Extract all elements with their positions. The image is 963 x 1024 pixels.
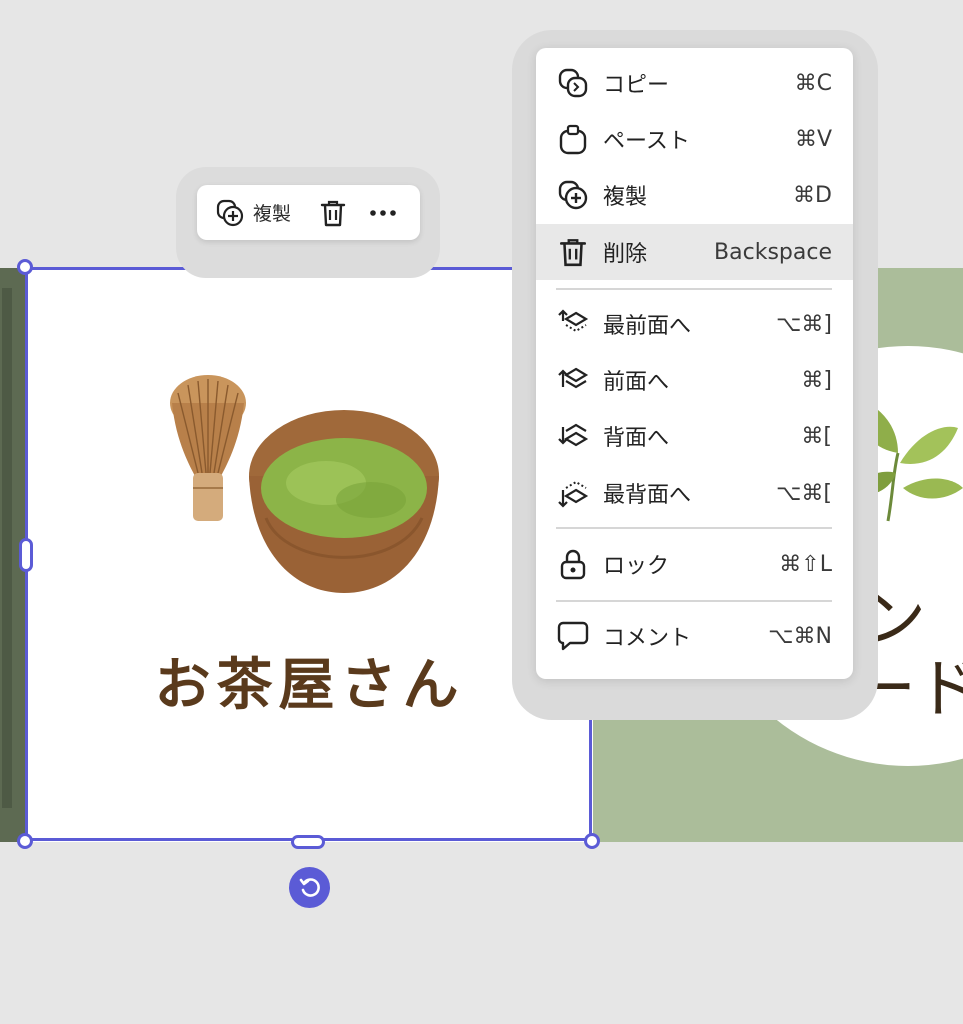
menu-item-delete[interactable]: 削除 Backspace (536, 224, 853, 280)
menu-item-comment-shortcut: ⌥⌘N (768, 623, 832, 649)
menu-item-lock-label: ロック (603, 554, 670, 579)
left-card-stripe (2, 288, 12, 808)
chasen-whisk-illustration (170, 375, 246, 521)
menu-item-bring-to-front-shortcut: ⌥⌘] (776, 311, 832, 337)
menu-item-send-to-back-label: 最背面へ (603, 483, 692, 508)
resize-handle-top-left[interactable] (17, 259, 33, 275)
bring-to-front-icon (556, 307, 590, 341)
lock-icon (556, 547, 590, 581)
menu-item-copy-label: コピー (603, 73, 670, 98)
menu-item-lock[interactable]: ロック ⌘⇧L (536, 536, 853, 592)
menu-item-comment[interactable]: コメント ⌥⌘N (536, 608, 853, 664)
menu-item-send-to-back[interactable]: 最背面へ ⌥⌘[ (536, 465, 853, 521)
card-title: お茶屋さん (154, 652, 465, 718)
duplicate-icon (556, 178, 590, 212)
menu-item-copy[interactable]: コピー ⌘C (536, 55, 853, 111)
toolbar-duplicate-label: 複製 (253, 203, 292, 225)
toolbar-delete-button[interactable] (319, 185, 347, 240)
rotate-icon (299, 877, 320, 897)
resize-handle-bottom-right[interactable] (584, 833, 600, 849)
menu-item-delete-label: 削除 (603, 242, 648, 267)
menu-separator (556, 600, 832, 602)
paste-icon (556, 122, 590, 156)
bring-forward-icon (556, 363, 590, 397)
menu-item-bring-to-front[interactable]: 最前面へ ⌥⌘] (536, 296, 853, 352)
menu-item-duplicate-shortcut: ⌘D (793, 182, 832, 208)
menu-item-bring-to-front-label: 最前面へ (603, 314, 692, 339)
resize-handle-bottom-left[interactable] (17, 833, 33, 849)
toolbar-more-button[interactable] (369, 185, 397, 240)
menu-separator (556, 288, 832, 290)
menu-item-bring-forward-label: 前面へ (603, 370, 670, 395)
menu-item-paste-shortcut: ⌘V (794, 126, 832, 152)
more-options-icon (370, 209, 396, 216)
menu-separator (556, 527, 832, 529)
menu-item-bring-forward[interactable]: 前面へ ⌘] (536, 352, 853, 408)
matcha-bowl-illustration (249, 410, 439, 593)
comment-icon (556, 619, 590, 653)
menu-item-paste[interactable]: ペースト ⌘V (536, 111, 853, 167)
rotate-handle[interactable] (289, 867, 330, 908)
floating-toolbar: 複製 (197, 185, 420, 240)
menu-item-comment-label: コメント (603, 626, 692, 651)
resize-handle-bottom[interactable] (291, 835, 325, 849)
trash-icon (556, 235, 590, 269)
menu-item-duplicate-label: 複製 (603, 185, 648, 210)
toolbar-duplicate-button[interactable]: 複製 (215, 185, 291, 240)
menu-item-duplicate[interactable]: 複製 ⌘D (536, 167, 853, 223)
menu-item-send-to-back-shortcut: ⌥⌘[ (776, 480, 832, 506)
selected-card[interactable]: お茶屋さん (26, 268, 593, 842)
resize-handle-left[interactable] (19, 538, 33, 572)
context-menu: コピー ⌘C ペースト ⌘V 複製 ⌘D 削除 Backspace 最前面へ ⌥… (536, 48, 853, 679)
send-backward-icon (556, 419, 590, 453)
menu-item-send-backward-label: 背面へ (603, 426, 670, 451)
copy-icon (556, 66, 590, 100)
menu-item-paste-label: ペースト (603, 129, 690, 154)
menu-item-copy-shortcut: ⌘C (794, 70, 832, 96)
menu-item-bring-forward-shortcut: ⌘] (801, 367, 832, 393)
trash-icon (320, 200, 346, 226)
duplicate-icon (216, 199, 244, 226)
menu-item-lock-shortcut: ⌘⇧L (779, 551, 832, 577)
send-to-back-icon (556, 476, 590, 510)
menu-item-send-backward[interactable]: 背面へ ⌘[ (536, 408, 853, 464)
menu-item-send-backward-shortcut: ⌘[ (801, 423, 832, 449)
menu-item-delete-shortcut: Backspace (714, 239, 832, 265)
